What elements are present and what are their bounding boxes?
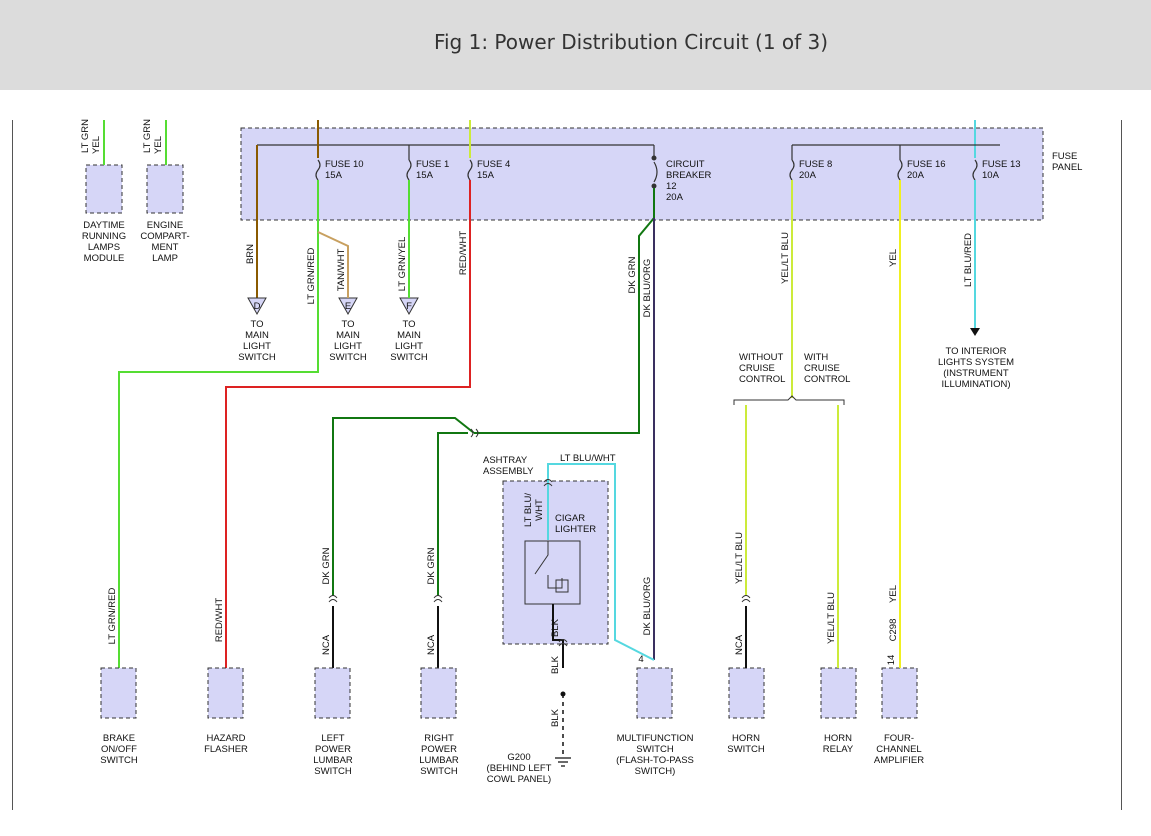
horn-relay-label: HORN RELAY: [823, 733, 854, 755]
right-lumbar-box: [420, 667, 457, 719]
horn-relay-box: [820, 667, 857, 719]
wire-label-dk-blu-org-b: DK BLU/ORG: [642, 577, 653, 636]
connector-right-lumbar: [433, 595, 443, 603]
hazard-box: [207, 667, 244, 719]
g200-label: G200 (BEHIND LEFT COWL PANEL): [487, 752, 552, 785]
multifunction-label: MULTIFUNCTION SWITCH (FLASH-TO-PASS SWITCH): [616, 733, 694, 777]
left-lumbar-label: LEFT POWER LUMBAR SWITCH: [313, 733, 353, 777]
wire-label-lt-blu-red: LT BLU/RED: [963, 233, 974, 287]
wire-label-dk-grn-b: DK GRN: [321, 547, 332, 584]
pin-4-label: 4: [638, 654, 643, 665]
connector-f-letter: F: [406, 301, 412, 312]
wire-label-brn: BRN: [245, 244, 256, 264]
wiring-diagram: FUSE PANELFUSE 10 15AFUSE 1 15AFUSE 4 15AFUS…: [80, 119, 1082, 785]
wire-label-nca-horn: NCA: [734, 634, 745, 655]
to-main-switch-d: TO MAIN LIGHT SWITCH: [238, 319, 276, 363]
wire-label-yel-b: YEL: [153, 136, 164, 154]
wire-label-yel-a: YEL: [888, 249, 899, 267]
wire-label-dk-grn-c: DK GRN: [426, 547, 437, 584]
wire-label-yel-lt-blu-a: YEL/LT BLU: [780, 232, 791, 284]
brake-switch-label: BRAKE ON/OFF SWITCH: [100, 733, 138, 766]
with-cruise-label: WITH CRUISE CONTROL: [804, 352, 850, 385]
horn-switch-box: [728, 667, 765, 719]
wire-label-blk-a: BLK: [550, 618, 561, 637]
wire-label-nca-right: NCA: [426, 634, 437, 655]
drl-module-label: DAYTIME RUNNING LAMPS MODULE: [82, 220, 126, 264]
wire-dk-grn-main: [474, 188, 655, 434]
connector-c298-label: C298: [888, 619, 899, 642]
wire-label-dk-blu-org-a: DK BLU/ORG: [642, 259, 653, 318]
wire-label-blk-c: BLK: [550, 708, 561, 727]
to-main-switch-f: TO MAIN LIGHT SWITCH: [390, 319, 428, 363]
wire-label-lt-blu-b: WHT: [534, 499, 545, 521]
to-interior-label: TO INTERIOR LIGHTS SYSTEM (INSTRUMENT ILLUM…: [938, 346, 1014, 390]
wire-label-blk-b: BLK: [550, 655, 561, 674]
wire-label-yel-b: YEL: [888, 585, 899, 603]
connector-horn-switch: [741, 595, 751, 603]
left-lumbar-box: [314, 667, 351, 719]
horn-switch-label: HORN SWITCH: [727, 733, 765, 755]
ground-symbol: [555, 757, 571, 767]
fuse-panel-label: FUSE PANEL: [1052, 151, 1082, 173]
drl-module-box: [85, 164, 123, 214]
brake-box: [100, 667, 137, 719]
wire-label-red-wht-b: RED/WHT: [214, 598, 225, 643]
hazard-flasher-label: HAZARD FLASHER: [204, 733, 248, 755]
wire-label-lt-blu-a: LT BLU/: [523, 493, 534, 527]
wire-label-yel-a: YEL: [91, 136, 102, 154]
wire-label-dk-grn-a: DK GRN: [627, 256, 638, 293]
option-brace: [733, 395, 845, 405]
wire-label-tan-wht: TAN/WHT: [336, 249, 347, 292]
wire-label-lt-grn-yel: LT GRN/YEL: [397, 237, 408, 292]
wire-label-nca-left: NCA: [321, 634, 332, 655]
wire-label-lt-grn-red-a: LT GRN/RED: [306, 248, 317, 305]
breaker-terminal-top: [651, 155, 657, 161]
multifunction-box: [636, 667, 673, 719]
wire-dk-grn-right: [437, 432, 468, 596]
wire-dk-grn-left: [332, 417, 475, 596]
connector-left-lumbar: [328, 595, 338, 603]
engine-lamp-box: [146, 164, 184, 214]
wire-lt-grn-red: [118, 180, 319, 668]
wire-label-yel-lt-blu-c: YEL/LT BLU: [826, 592, 837, 644]
wire-label-lt-grn-a: LT GRN: [80, 119, 91, 153]
arrow-interior: [970, 328, 980, 336]
pin-14-label: 14: [886, 655, 897, 666]
wire-label-lt-blu-wht: LT BLU/WHT: [560, 453, 616, 464]
wire-label-lt-grn-b: LT GRN: [142, 119, 153, 153]
breaker-terminal-bottom: [651, 183, 657, 189]
engine-lamp-label: ENGINE COMPART-MENT LAMP: [140, 220, 189, 264]
wire-label-lt-grn-red-b: LT GRN/RED: [107, 588, 118, 645]
wire-label-red-wht-a: RED/WHT: [458, 231, 469, 276]
wire-label-yel-lt-blu-b: YEL/LT BLU: [734, 532, 745, 584]
amplifier-label: FOUR-CHANNEL AMPLIFIER: [874, 733, 924, 766]
connector-d-letter: D: [254, 301, 261, 312]
connector-e-letter: E: [345, 301, 351, 312]
ashtray-label: ASHTRAY ASSEMBLY: [483, 455, 534, 477]
right-lumbar-label: RIGHT POWER LUMBAR SWITCH: [419, 733, 459, 777]
to-main-switch-e: TO MAIN LIGHT SWITCH: [329, 319, 367, 363]
without-cruise-label: WITHOUT CRUISE CONTROL: [739, 352, 785, 385]
amplifier-box: [881, 667, 918, 719]
